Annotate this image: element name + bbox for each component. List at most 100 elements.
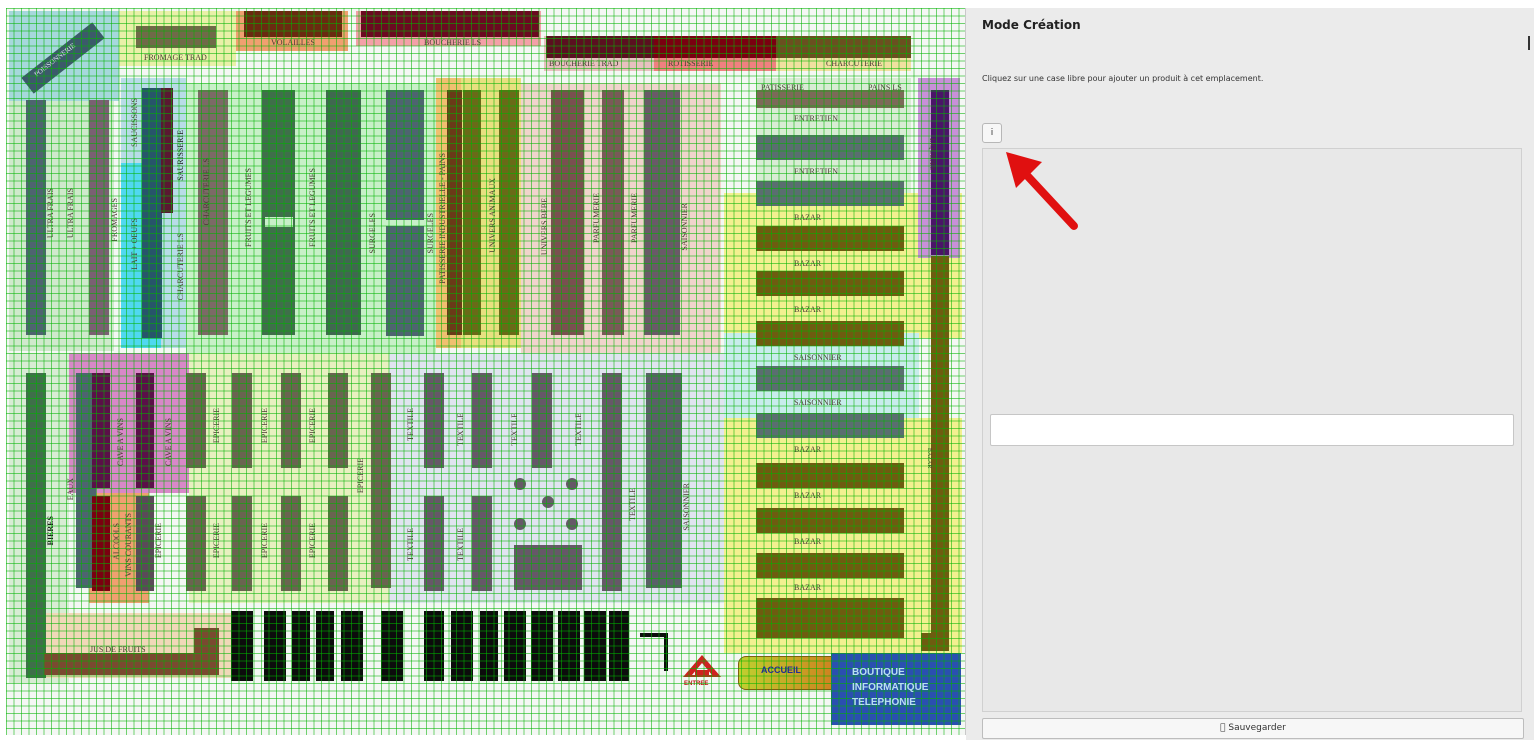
shelf-lait-oeufs[interactable]: [142, 88, 162, 338]
label-cave-a-vins-2: CAVE A VINS: [164, 418, 173, 467]
shelf-fruits-legumes-2[interactable]: [326, 90, 361, 335]
shelf-boucherie-trad[interactable]: [546, 36, 654, 58]
label-boucherie-trad: BOUCHERIE TRAD: [549, 59, 619, 68]
shelf-alcools[interactable]: [92, 496, 110, 591]
shelf-epicerie-4[interactable]: [328, 373, 348, 468]
label-saucissons: SAUCISSONS: [130, 98, 139, 147]
checkout-9[interactable]: [480, 611, 498, 681]
shelf-textile-5[interactable]: [424, 496, 444, 591]
shelf-textile-6[interactable]: [472, 496, 492, 591]
display-fruits[interactable]: [264, 216, 294, 228]
display-stand-5[interactable]: [566, 518, 578, 530]
label-volailles: VOLAILLES: [271, 38, 315, 47]
shelf-epicerie-9[interactable]: [371, 373, 391, 588]
display-stand-4[interactable]: [514, 518, 526, 530]
shelf-bazar-4[interactable]: [756, 463, 904, 488]
shelf-vins-courants[interactable]: [136, 496, 154, 591]
label-charcuterie-ls-2: CHARCUTERIE LS: [202, 158, 211, 226]
label-epicerie-2: EPICERIE: [212, 408, 221, 444]
label-fromage-trad: FROMAGE TRAD: [144, 53, 207, 62]
shelf-patisserie[interactable]: [447, 90, 462, 335]
save-button[interactable]:   Sauvegarder: [982, 718, 1524, 739]
shelf-textile-2[interactable]: [472, 373, 492, 468]
label-vins-courants: VINS COURANTS: [124, 513, 133, 577]
label-bazar-vertical: BAZAR: [926, 448, 932, 469]
checkout-10[interactable]: [504, 611, 526, 681]
shelf-epicerie-5[interactable]: [186, 496, 206, 591]
checkout-6[interactable]: [381, 611, 403, 681]
shelf-epicerie-6[interactable]: [232, 496, 252, 591]
shelf-epicerie-2[interactable]: [232, 373, 252, 468]
shelf-saisonnier-2[interactable]: [756, 413, 904, 438]
shelf-bazar-vertical[interactable]: [931, 256, 949, 651]
shelf-charcuterie[interactable]: [776, 36, 911, 58]
shelf-saisonnier-v[interactable]: [646, 373, 682, 588]
shelf-surgeles-2[interactable]: [386, 226, 424, 336]
shelf-cave-a-vins-1[interactable]: [92, 373, 110, 488]
checkout-13[interactable]: [584, 611, 606, 681]
shelf-parfumerie-2[interactable]: [644, 90, 680, 335]
label-bazar-7: BAZAR: [794, 583, 822, 592]
shelf-parfumerie-1[interactable]: [602, 90, 624, 335]
checkout-12[interactable]: [558, 611, 580, 681]
checkout-7[interactable]: [424, 611, 444, 681]
shelf-textile-7[interactable]: [602, 433, 622, 591]
info-button[interactable]: i: [982, 123, 1002, 143]
checkout-2[interactable]: [264, 611, 286, 681]
shelf-cave-a-vins-2[interactable]: [136, 373, 154, 488]
shelf-bazar-2[interactable]: [756, 271, 904, 296]
shelf-surgeles-1[interactable]: [386, 90, 424, 220]
store-map[interactable]: ENTREE ACCUEIL BOUTIQUE INFORMATIQUE TEL…: [6, 8, 966, 735]
shelf-univers-bebe[interactable]: [551, 90, 584, 335]
shelf-epicerie-3[interactable]: [281, 373, 301, 468]
label-epicerie-3: EPICERIE: [260, 408, 269, 444]
shelf-bazar-6[interactable]: [756, 553, 904, 578]
shelf-bazar-1[interactable]: [756, 226, 904, 251]
label-bieres: BIERES: [46, 516, 55, 546]
shelf-jus-de-fruits[interactable]: [44, 653, 219, 675]
label-jus-de-fruits: JUS DE FRUITS: [90, 645, 146, 654]
display-stand-2[interactable]: [542, 496, 554, 508]
shelf-saurisserie[interactable]: [161, 88, 173, 213]
shelf-boucherie-ls[interactable]: [361, 11, 539, 37]
entree-icon[interactable]: [681, 653, 723, 689]
shelf-saisonnier-1[interactable]: [756, 366, 904, 391]
shelf-liquides[interactable]: [931, 90, 949, 255]
shelf-entretien[interactable]: [756, 135, 904, 160]
checkout-1[interactable]: [231, 611, 253, 681]
label-saisonnier-v: SAISONNIER: [680, 203, 689, 251]
checkout-3[interactable]: [292, 611, 310, 681]
display-stand-3[interactable]: [566, 478, 578, 490]
shelf-bazar-5[interactable]: [756, 508, 904, 533]
shelf-patisserie-pains[interactable]: [756, 90, 904, 108]
shelf-epicerie-1[interactable]: [186, 373, 206, 468]
shelf-volailles[interactable]: [244, 11, 342, 37]
checkout-5[interactable]: [341, 611, 363, 681]
display-stand-1[interactable]: [514, 478, 526, 490]
shelf-fruits-legumes-1[interactable]: [262, 90, 295, 335]
shelf-epicerie-7[interactable]: [281, 496, 301, 591]
shelf-textile-1[interactable]: [424, 373, 444, 468]
shelf-textile-3[interactable]: [532, 373, 552, 468]
product-input[interactable]: [990, 414, 1514, 446]
display-table[interactable]: [514, 545, 582, 590]
checkout-4[interactable]: [316, 611, 334, 681]
checkout-14[interactable]: [609, 611, 629, 681]
checkout-8[interactable]: [451, 611, 473, 681]
shelf-pains[interactable]: [463, 90, 481, 335]
shelf-bieres[interactable]: [26, 373, 46, 678]
shelf-ultra-frais-1[interactable]: [26, 100, 46, 335]
shelf-bazar-corner[interactable]: [921, 633, 949, 651]
shelf-epicerie-8[interactable]: [328, 496, 348, 591]
shelf-ultra-frais-2[interactable]: [89, 100, 109, 335]
label-bazar-6: BAZAR: [794, 537, 822, 546]
shelf-bazar-7[interactable]: [756, 598, 904, 638]
shelf-rotisserie[interactable]: [654, 36, 776, 58]
label-epicerie-4: EPICERIE: [308, 408, 317, 444]
shelf-univers-animaux[interactable]: [499, 90, 519, 335]
shelf-bazar-3[interactable]: [756, 321, 904, 346]
shelf-jus-de-fruits-end[interactable]: [194, 628, 219, 675]
shelf-fromage-trad[interactable]: [136, 26, 216, 48]
checkout-11[interactable]: [531, 611, 553, 681]
shelf-entretien-2[interactable]: [756, 181, 904, 206]
